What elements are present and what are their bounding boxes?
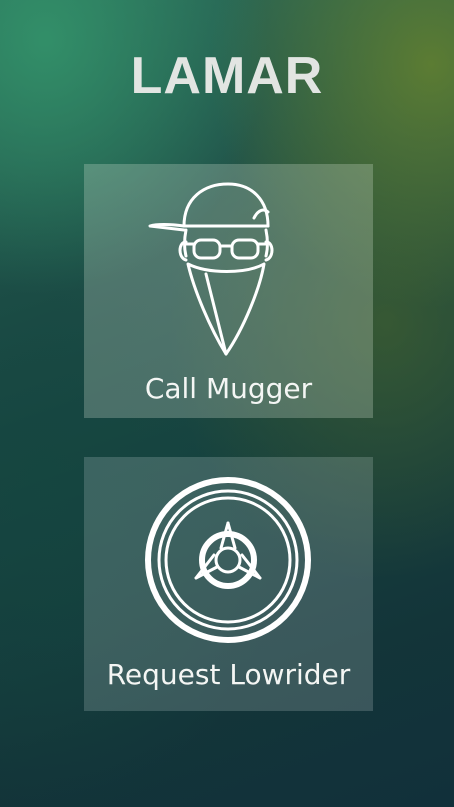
request-lowrider-label: Request Lowrider: [106, 658, 351, 691]
request-lowrider-button[interactable]: Request Lowrider: [84, 457, 373, 711]
call-mugger-label: Call Mugger: [144, 372, 313, 405]
app-title: LAMAR: [130, 47, 324, 105]
call-mugger-button[interactable]: Call Mugger: [84, 164, 373, 418]
mugger-icon: [148, 182, 274, 356]
lowrider-wheel-icon: [145, 477, 311, 643]
